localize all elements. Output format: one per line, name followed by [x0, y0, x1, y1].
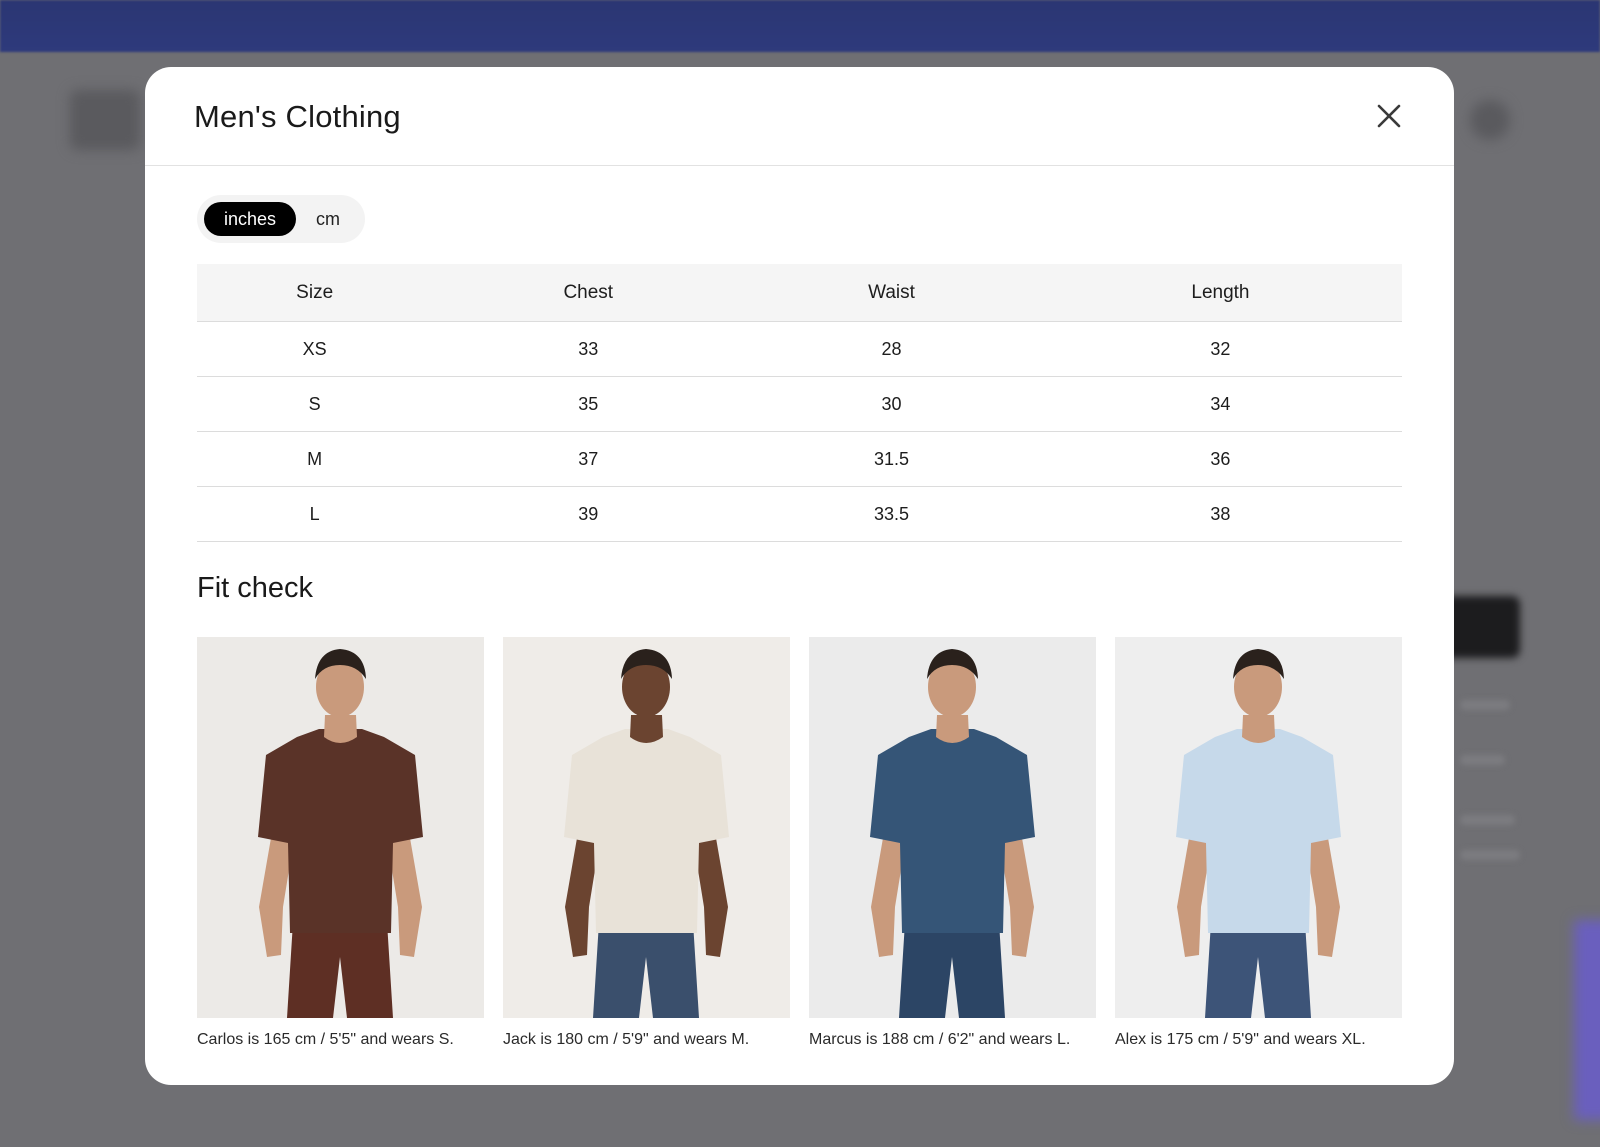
model-illustration: [197, 637, 484, 1018]
size-guide-modal: Men's Clothing inches cm Size Chest Wais…: [145, 67, 1454, 1085]
chest-cell: 37: [432, 431, 745, 487]
model-illustration: [809, 637, 1096, 1018]
size-chart-table: Size Chest Waist Length XS 33 28 32 S 35…: [197, 264, 1402, 542]
model-photo: [503, 637, 790, 1018]
chest-cell: 35: [432, 376, 745, 432]
table-header-row: Size Chest Waist Length: [197, 264, 1402, 322]
close-button[interactable]: [1372, 99, 1406, 133]
background-icon: [1470, 100, 1510, 140]
waist-cell: 33.5: [744, 486, 1039, 542]
model-card: Carlos is 165 cm / 5'5" and wears S.: [197, 637, 484, 1049]
model-card: Jack is 180 cm / 5'9" and wears M.: [503, 637, 790, 1049]
background-text-line: [1460, 755, 1505, 765]
column-header-waist: Waist: [744, 264, 1039, 322]
chest-cell: 33: [432, 321, 745, 377]
chest-cell: 39: [432, 486, 745, 542]
modal-header: Men's Clothing: [145, 67, 1454, 166]
size-cell: XS: [197, 321, 433, 377]
model-illustration: [503, 637, 790, 1018]
background-text-line: [1460, 815, 1515, 825]
model-caption: Alex is 175 cm / 5'9" and wears XL.: [1115, 1031, 1366, 1048]
background-text-line: [1460, 850, 1520, 860]
background-logo: [70, 90, 140, 150]
size-cell: M: [197, 431, 433, 487]
unit-toggle: inches cm: [197, 195, 365, 243]
unit-option-inches[interactable]: inches: [204, 202, 296, 236]
column-header-size: Size: [197, 264, 433, 322]
size-cell: L: [197, 486, 433, 542]
fit-check-heading: Fit check: [197, 572, 314, 604]
background-text-line: [1460, 700, 1510, 710]
model-caption: Carlos is 165 cm / 5'5" and wears S.: [197, 1031, 454, 1048]
table-row: M 37 31.5 36: [197, 431, 1402, 487]
model-card: Marcus is 188 cm / 6'2" and wears L.: [809, 637, 1096, 1049]
length-cell: 34: [1038, 376, 1402, 432]
table-row: L 39 33.5 38: [197, 486, 1402, 542]
background-header-bar: [0, 0, 1600, 52]
model-caption: Jack is 180 cm / 5'9" and wears M.: [503, 1031, 750, 1048]
column-header-length: Length: [1038, 264, 1402, 322]
waist-cell: 28: [744, 321, 1039, 377]
waist-cell: 30: [744, 376, 1039, 432]
model-caption: Marcus is 188 cm / 6'2" and wears L.: [809, 1031, 1071, 1048]
fit-check-gallery: Carlos is 165 cm / 5'5" and wears S. Jac…: [197, 637, 1402, 1057]
background-accent: [1574, 920, 1600, 1120]
close-icon: [1377, 104, 1401, 128]
table-row: XS 33 28 32: [197, 321, 1402, 377]
model-photo: [197, 637, 484, 1018]
model-photo: [809, 637, 1096, 1018]
column-header-chest: Chest: [432, 264, 745, 322]
length-cell: 38: [1038, 486, 1402, 542]
size-cell: S: [197, 376, 433, 432]
length-cell: 36: [1038, 431, 1402, 487]
model-card: Alex is 175 cm / 5'9" and wears XL.: [1115, 637, 1402, 1049]
length-cell: 32: [1038, 321, 1402, 377]
modal-title: Men's Clothing: [194, 99, 401, 134]
model-illustration: [1115, 637, 1402, 1018]
model-photo: [1115, 637, 1402, 1018]
waist-cell: 31.5: [744, 431, 1039, 487]
table-row: S 35 30 34: [197, 376, 1402, 432]
unit-option-cm[interactable]: cm: [303, 202, 353, 236]
